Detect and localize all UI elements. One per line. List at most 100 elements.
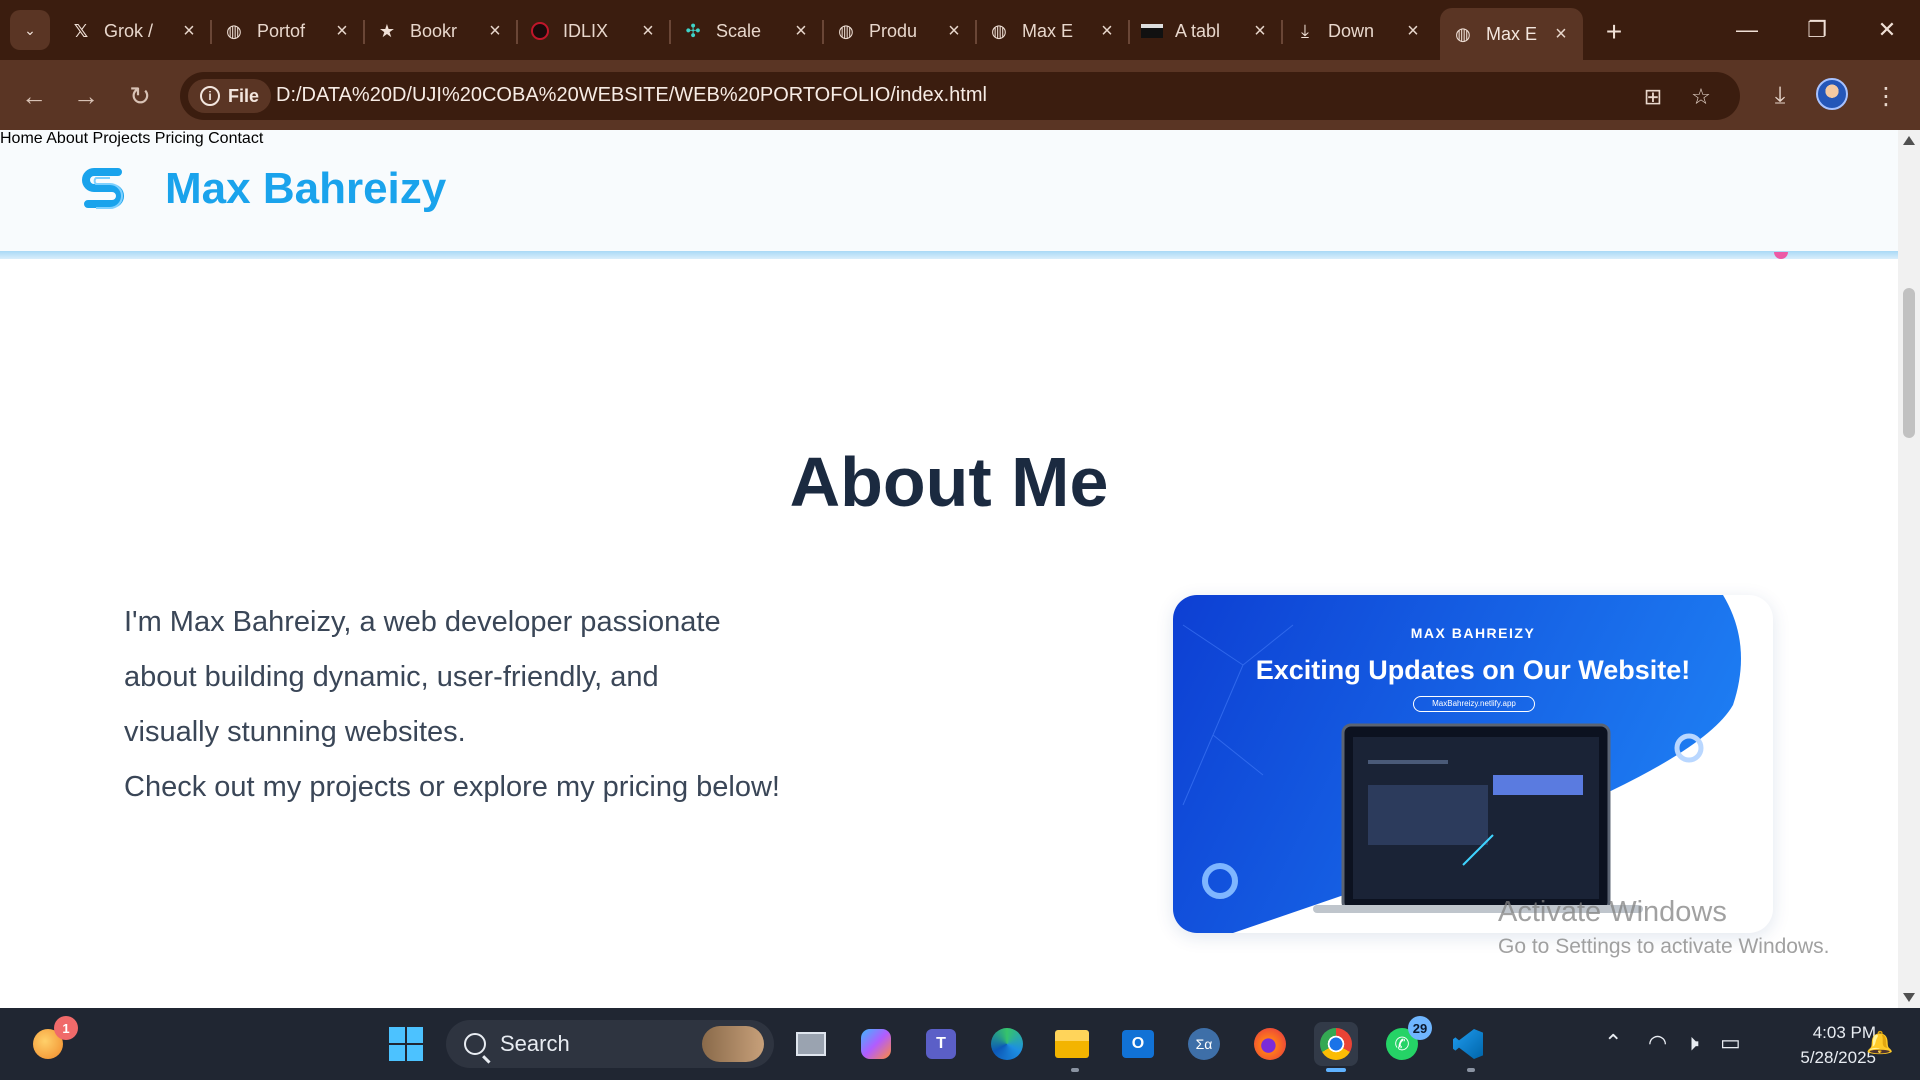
address-bar[interactable]: i File D:/DATA%20D/UJI%20COBA%20WEBSITE/… [180,72,1740,120]
edge-icon [991,1028,1023,1060]
tab-portofolio[interactable]: ◍ Portof × [211,8,365,54]
nav-contact[interactable]: Contact [208,130,263,147]
scroll-thumb[interactable] [1903,288,1915,438]
calculator-app-button[interactable]: Σα [1182,1022,1226,1066]
close-icon[interactable]: × [177,19,201,43]
search-icon [464,1033,486,1055]
notification-bell-icon[interactable]: 🔔 [1866,1030,1893,1056]
info-icon: i [200,86,220,106]
tab-bookmarks[interactable]: ★ Bookr × [364,8,518,54]
edge-button[interactable] [985,1022,1029,1066]
tab-title: Max E [1486,23,1538,44]
tab-title: A tabl [1175,20,1221,41]
whatsapp-button[interactable]: ✆ 29 [1380,1016,1432,1066]
vscode-button[interactable] [1446,1022,1490,1066]
star-icon: ★ [378,20,396,41]
close-icon[interactable]: × [1549,22,1573,46]
close-window-button[interactable]: ✕ [1862,10,1912,50]
teams-button[interactable]: T [919,1022,963,1066]
url-text[interactable]: D:/DATA%20D/UJI%20COBA%20WEBSITE/WEB%20P… [276,84,987,107]
tray-overflow-icon[interactable]: ⌃ [1604,1030,1622,1056]
firefox-button[interactable] [1248,1022,1292,1066]
battery-icon[interactable]: ▭ [1720,1030,1741,1056]
scroll-up-arrow[interactable] [1903,136,1915,145]
tab-max-active[interactable]: ◍ Max E × [1440,8,1583,60]
close-icon[interactable]: × [1401,19,1425,43]
nav-about[interactable]: About [46,130,88,147]
logo-icon[interactable] [80,164,126,218]
scale-icon: ✣ [685,20,701,41]
globe-icon: ◍ [1455,23,1471,44]
scroll-down-arrow[interactable] [1903,993,1915,1002]
download-icon: ⤓ [1301,20,1309,41]
tab-grok[interactable]: 𝕏 Grok / × [58,8,212,54]
task-view-icon [796,1032,826,1056]
tab-table[interactable]: A tabl × [1129,8,1283,54]
about-image-card: MAX BAHREIZY Exciting Updates on Our Web… [1173,595,1773,933]
reload-button[interactable]: ↻ [120,76,160,116]
close-icon[interactable]: × [483,19,507,43]
tab-title: Grok / [104,20,154,41]
about-line: Check out my projects or explore my pric… [124,771,780,803]
tab-scale[interactable]: ✣ Scale × [670,8,824,54]
task-view-button[interactable] [789,1022,833,1066]
site-brand[interactable]: Max Bahreizy [165,164,446,214]
site-info-label: File [228,85,260,106]
nav-projects[interactable]: Projects [93,130,151,147]
file-explorer-button[interactable] [1050,1022,1094,1066]
tab-max-1[interactable]: ◍ Max E × [976,8,1130,54]
translate-icon[interactable]: ⊞ [1636,80,1670,114]
close-icon[interactable]: × [636,19,660,43]
tab-downloads[interactable]: ⤓ Down × [1282,8,1435,54]
watermark-title: Activate Windows [1498,896,1727,928]
weather-widget[interactable]: 1 [26,1016,78,1066]
idlix-icon [529,20,551,42]
close-icon[interactable]: × [942,19,966,43]
nav-home[interactable]: Home [0,130,43,147]
menu-kebab-icon[interactable]: ⋮ [1868,78,1904,114]
about-line: visually stunning websites. [124,716,466,748]
wifi-icon[interactable]: ◠ [1648,1030,1667,1056]
page-scrollbar[interactable] [1898,130,1920,1008]
copilot-icon [861,1029,891,1059]
back-button[interactable]: ← [14,76,54,116]
search-label: Search [500,1031,570,1056]
tab-search-button[interactable]: ⌄ [10,10,50,50]
bookmark-star-icon[interactable]: ☆ [1684,80,1718,114]
x-logo-icon: 𝕏 [73,20,89,41]
chrome-button[interactable] [1314,1022,1358,1066]
chrome-icon [1320,1028,1352,1060]
close-icon: ✕ [1877,17,1897,42]
teams-icon: T [926,1029,956,1059]
copilot-button[interactable] [854,1022,898,1066]
running-indicator [1071,1068,1079,1072]
watermark-subtitle: Go to Settings to activate Windows. [1498,935,1830,958]
profile-avatar[interactable] [1816,78,1848,110]
minimize-button[interactable]: — [1722,10,1772,50]
arrow-right-icon: → [73,80,99,111]
outlook-button[interactable]: O [1116,1022,1160,1066]
start-button[interactable] [384,1022,428,1066]
taskbar-search[interactable]: Search [446,1020,774,1068]
close-icon[interactable]: × [789,19,813,43]
new-tab-button[interactable]: + [1596,14,1632,50]
restore-button[interactable]: ❐ [1792,10,1842,50]
about-paragraph: I'm Max Bahreizy, a web developer passio… [124,595,884,815]
folder-icon [1055,1030,1089,1058]
forward-button[interactable]: → [66,76,106,116]
close-icon[interactable]: × [1248,19,1272,43]
nav-pricing[interactable]: Pricing [155,130,204,147]
tab-idlix[interactable]: IDLIX × [517,8,671,54]
close-icon[interactable]: × [330,19,354,43]
tab-produ[interactable]: ◍ Produ × [823,8,977,54]
taskbar: 1 Search T O Σα ✆ 29 ⌃ ◠ 🕨 ▭ 4:03 PM 5/2… [0,1008,1920,1080]
tab-title: Portof [257,20,306,41]
taskbar-clock[interactable]: 4:03 PM 5/28/2025 [1766,1020,1876,1070]
volume-muted-icon[interactable]: 🕨 [1685,1030,1699,1056]
site-info-chip[interactable]: i File [188,79,272,113]
close-icon[interactable]: × [1095,19,1119,43]
downloads-icon[interactable]: ⤓ [1762,78,1798,114]
about-line: I'm Max Bahreizy, a web developer passio… [124,606,721,638]
card-brand: MAX BAHREIZY [1410,625,1536,641]
card-url-pill: MaxBahreizy.netlify.app [1413,696,1535,712]
